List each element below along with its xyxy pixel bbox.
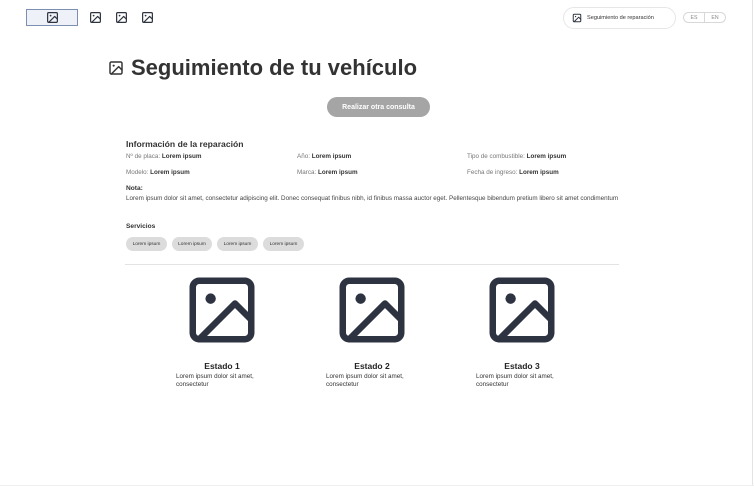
image-icon	[89, 12, 101, 23]
image-icon	[189, 277, 255, 343]
field-placa: Nº de placa: Lorem ipsum	[126, 153, 201, 160]
field-ingreso-value: Lorem ipsum	[519, 169, 559, 176]
field-ingreso: Fecha de ingreso: Lorem ipsum	[467, 169, 559, 176]
field-marca-value: Lorem ipsum	[318, 169, 358, 176]
image-icon	[109, 61, 123, 75]
services-chip-list: Lorem ipsum Lorem ipsum Lorem ipsum Lore…	[126, 237, 309, 251]
services-label: Servicios	[126, 223, 156, 230]
field-modelo-label: Modelo:	[126, 169, 149, 176]
image-icon	[141, 12, 153, 23]
service-chip[interactable]: Lorem ipsum	[126, 237, 167, 251]
section-divider	[125, 264, 619, 265]
field-combustible-value: Lorem ipsum	[526, 153, 567, 160]
field-placa-value: Lorem ipsum	[161, 153, 202, 160]
image-icon	[46, 12, 58, 23]
header-image-button[interactable]	[113, 10, 129, 26]
note-label: Nota:	[126, 185, 143, 192]
field-modelo-value: Lorem ipsum	[150, 169, 190, 176]
field-marca: Marca: Lorem ipsum	[297, 169, 358, 176]
note-text: Lorem ipsum dolor sit amet, consectetur …	[126, 195, 619, 202]
image-icon	[339, 277, 405, 343]
right-edge-rule	[752, 0, 753, 486]
repair-info-section: Información de la reparación Nº de placa…	[126, 139, 620, 251]
state-description: Lorem ipsum dolor sit amet, consectetur	[476, 373, 554, 388]
field-anio-label: Año:	[297, 153, 310, 160]
service-chip[interactable]: Lorem ipsum	[172, 237, 212, 251]
state-description: Lorem ipsum dolor sit amet, consectetur	[326, 373, 404, 388]
field-combustible: Tipo de combustible: Lorem ipsum	[467, 153, 566, 160]
field-ingreso-label: Fecha de ingreso:	[467, 169, 518, 176]
new-consult-button[interactable]: Realizar otra consulta	[327, 97, 430, 117]
image-icon	[572, 13, 582, 23]
lang-es-option[interactable]: ES	[684, 13, 704, 22]
page-title: Seguimiento de tu vehículo	[131, 55, 418, 80]
repair-info-heading: Información de la reparación	[126, 139, 244, 149]
state-title: Estado 3	[504, 361, 540, 371]
page-title-row: Seguimiento de tu vehículo	[108, 55, 417, 81]
field-modelo: Modelo: Lorem ipsum	[126, 169, 190, 176]
language-switch: ES EN	[683, 12, 726, 23]
state-title: Estado 2	[354, 361, 390, 371]
field-placa-label: Nº de placa:	[126, 153, 161, 160]
image-icon	[489, 277, 555, 343]
tracking-nav-label: Seguimiento de reparación	[587, 15, 654, 21]
field-marca-label: Marca:	[297, 169, 317, 176]
field-anio-value: Lorem ipsum	[311, 153, 352, 160]
header-icon-bar	[26, 9, 165, 26]
image-icon	[115, 12, 127, 23]
tracking-nav-button[interactable]: Seguimiento de reparación	[563, 7, 676, 29]
state-title: Estado 1	[204, 361, 240, 371]
service-chip[interactable]: Lorem ipsum	[217, 237, 258, 251]
field-combustible-label: Tipo de combustible:	[467, 153, 525, 160]
header-image-button[interactable]	[87, 10, 103, 26]
lang-en-option[interactable]: EN	[704, 13, 725, 22]
service-chip[interactable]: Lorem ipsum	[263, 237, 304, 251]
header-image-button-active[interactable]	[26, 9, 78, 26]
header-image-button[interactable]	[139, 10, 155, 26]
state-description: Lorem ipsum dolor sit amet, consectetur	[176, 373, 254, 388]
field-anio: Año: Lorem ipsum	[297, 153, 351, 160]
